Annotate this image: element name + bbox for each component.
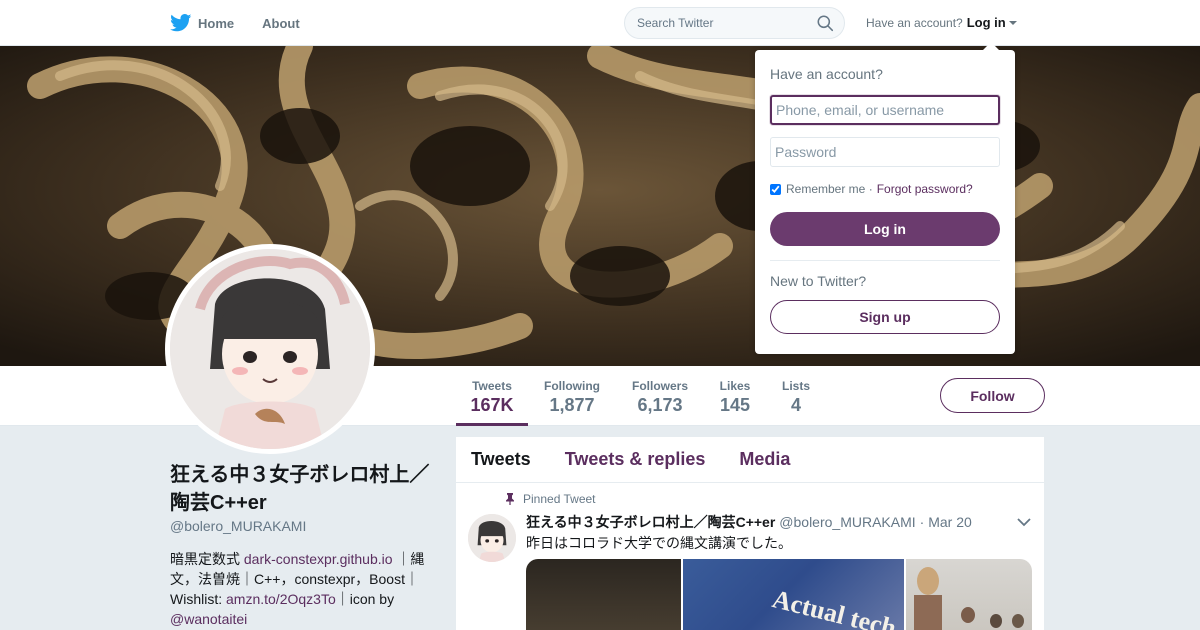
pinned-indicator: Pinned Tweet: [505, 492, 596, 506]
chevron-down-icon[interactable]: [1017, 517, 1031, 527]
login-button[interactable]: Log in: [770, 212, 1000, 246]
tab-media[interactable]: Media: [739, 449, 790, 470]
username-field[interactable]: [770, 95, 1000, 125]
media-photo-3[interactable]: [906, 559, 1032, 630]
stat-followers-value: 6,173: [637, 395, 683, 415]
stat-followers[interactable]: Followers 6,173: [626, 366, 694, 426]
profile-avatar[interactable]: [165, 244, 375, 454]
forgot-password-link[interactable]: Forgot password?: [877, 182, 973, 196]
tweet-header: 狂える中３女子ボレロ村上／陶芸C++er @bolero_MURAKAMI · …: [526, 512, 972, 532]
account-area: Have an account? Log in: [866, 15, 1017, 30]
pin-icon: [506, 493, 514, 505]
remember-me-checkbox[interactable]: [770, 183, 781, 195]
remember-me-label: Remember me ·: [786, 182, 873, 196]
stat-tweets[interactable]: Tweets 167K: [456, 366, 528, 426]
stat-following[interactable]: Following 1,877: [538, 366, 606, 426]
media-photo-text: Actual tech: [769, 584, 900, 630]
stat-following-label: Following: [544, 379, 600, 393]
stat-following-value: 1,877: [549, 395, 595, 415]
have-account-text: Have an account?: [866, 15, 963, 30]
tweet-text: 昨日はコロラド大学での縄文講演でした。: [526, 535, 792, 551]
twitter-bird-icon: [170, 14, 192, 32]
login-dropdown-title: Have an account?: [770, 66, 883, 82]
tweet-date[interactable]: · Mar 20: [920, 514, 972, 530]
stat-tweets-label: Tweets: [472, 379, 512, 393]
pinned-tweet[interactable]: Pinned Tweet 狂える中３女子ボレロ村上／陶芸C++er @boler…: [456, 483, 1044, 630]
dropdown-divider: [770, 260, 1000, 261]
remember-row: Remember me · Forgot password?: [770, 182, 973, 196]
new-to-twitter-label: New to Twitter?: [770, 273, 867, 289]
search-input[interactable]: [625, 8, 805, 38]
pinned-label: Pinned Tweet: [523, 492, 596, 506]
top-nav: Home About Have an account? Log in: [0, 0, 1200, 46]
profile-bio: 暗黒定数式 dark-constexpr.github.io ｜縄文，法曽焼｜C…: [170, 549, 432, 629]
nav-home-label: Home: [198, 15, 235, 31]
nav-about-label: About: [262, 15, 300, 31]
media-photo-2[interactable]: Actual tech: [683, 559, 904, 630]
nav-about[interactable]: About: [262, 16, 300, 31]
bio-text-1: 暗黒定数式: [170, 551, 244, 567]
nav-left: Home About: [170, 0, 328, 46]
media-photo-1[interactable]: [526, 559, 682, 630]
search-box: [624, 7, 845, 39]
stat-lists-value: 4: [790, 395, 801, 415]
tweet-author-name[interactable]: 狂える中３女子ボレロ村上／陶芸C++er: [526, 512, 775, 532]
password-field[interactable]: [770, 137, 1000, 167]
follow-button[interactable]: Follow: [940, 378, 1045, 413]
caret-down-icon: [1008, 20, 1017, 25]
avatar-illustration: [170, 249, 370, 449]
bio-link-wishlist[interactable]: amzn.to/2Oqz3To: [226, 591, 336, 607]
stat-likes-value: 145: [719, 395, 751, 415]
bio-text-3: ｜icon by: [335, 591, 395, 607]
stat-lists-label: Lists: [781, 379, 810, 393]
tab-tweets-replies[interactable]: Tweets & replies: [565, 449, 706, 470]
stat-followers-label: Followers: [631, 379, 688, 393]
stat-lists[interactable]: Lists 4: [776, 366, 816, 426]
profile-name: 狂える中３女子ボレロ村上／陶芸C++er: [170, 464, 430, 514]
bio-link-website[interactable]: dark-constexpr.github.io: [244, 551, 393, 567]
tweet-avatar[interactable]: [468, 514, 516, 562]
signup-button[interactable]: Sign up: [770, 300, 1000, 334]
tab-tweets[interactable]: Tweets: [471, 449, 531, 470]
tweet-media[interactable]: Actual tech: [526, 559, 1032, 630]
media-people-graphic: [914, 567, 1024, 630]
bio-link-icon-credit[interactable]: @wanotaitei: [170, 611, 247, 627]
login-dropdown: Have an account? Remember me · Forgot pa…: [755, 42, 1015, 354]
stat-likes-label: Likes: [719, 379, 751, 393]
login-menu-toggle[interactable]: Log in: [967, 15, 1017, 30]
timeline-tabs: Tweets Tweets & replies Media: [456, 437, 1044, 483]
tweet-author-handle[interactable]: @bolero_MURAKAMI: [779, 514, 915, 530]
stat-likes[interactable]: Likes 145: [712, 366, 758, 426]
avatar-image: [170, 249, 370, 449]
search-icon[interactable]: [817, 15, 834, 32]
tweet-avatar-illustration: [468, 514, 516, 562]
timeline: Tweets Tweets & replies Media Pinned Twe…: [456, 437, 1044, 630]
nav-home[interactable]: Home: [170, 14, 234, 32]
profile-handle[interactable]: @bolero_MURAKAMI: [170, 518, 306, 534]
login-menu-label: Log in: [966, 15, 1006, 30]
stat-tweets-value: 167K: [470, 395, 514, 415]
